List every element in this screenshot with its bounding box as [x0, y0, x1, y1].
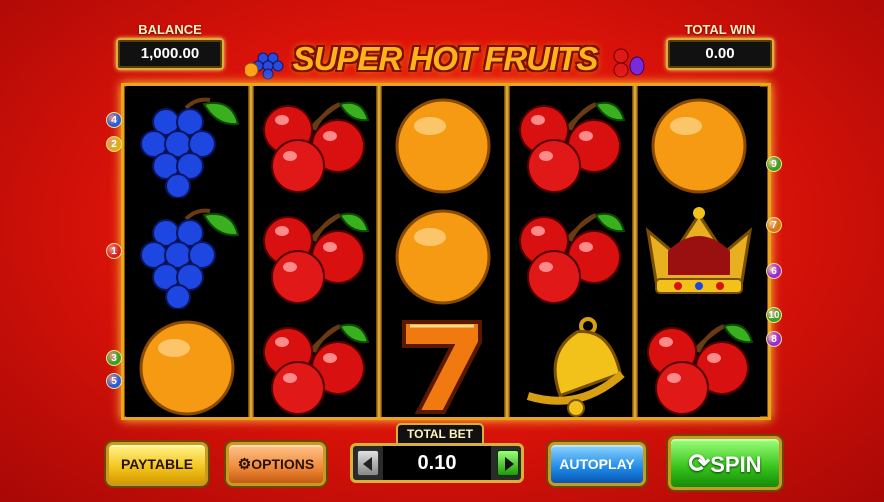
cherries-icon — [510, 201, 632, 309]
bet-increase-button[interactable] — [497, 450, 519, 476]
seven-icon — [382, 312, 504, 420]
paytable-button[interactable]: PAYTABLE — [106, 442, 208, 486]
spin-button[interactable]: ⟳SPIN — [668, 436, 782, 490]
options-button[interactable]: ⚙OPTIONS — [226, 442, 326, 486]
payline-marker-5: 5 — [106, 373, 122, 389]
reel-3 — [382, 86, 504, 417]
balance-label: BALANCE — [138, 22, 202, 37]
cherries-icon — [510, 90, 632, 198]
cherries-icon — [638, 312, 760, 420]
cherries-icon — [254, 312, 376, 420]
orange-icon — [638, 90, 760, 198]
payline-marker-4: 4 — [106, 112, 122, 128]
cherries-icon — [254, 90, 376, 198]
options-label: OPTIONS — [251, 456, 315, 472]
total-bet-label: TOTAL BET — [396, 423, 484, 443]
total-bet-value: 0.10 — [383, 446, 491, 480]
reel-area — [121, 83, 771, 420]
total-win-value: 0.00 — [666, 38, 774, 70]
payline-marker-2: 2 — [106, 136, 122, 152]
orange-icon — [126, 312, 248, 420]
total-bet-control: 0.10 — [350, 443, 524, 483]
autoplay-button[interactable]: AUTOPLAY — [548, 442, 646, 486]
grapes-icon — [126, 201, 248, 309]
payline-marker-8: 8 — [766, 331, 782, 347]
payline-marker-10: 10 — [766, 307, 782, 323]
refresh-icon: ⟳ — [688, 448, 711, 478]
bet-decrease-button[interactable] — [357, 450, 379, 476]
spin-label: SPIN — [710, 452, 762, 477]
reel-5 — [638, 86, 760, 417]
reel-4 — [510, 86, 632, 417]
bell-icon — [510, 312, 632, 420]
logo-title: SUPER HOT FRUITS — [292, 40, 599, 77]
arrow-right-icon — [505, 457, 514, 471]
payline-marker-9: 9 — [766, 156, 782, 172]
orange-icon — [382, 90, 504, 198]
payline-marker-7: 7 — [766, 217, 782, 233]
cherries-icon — [254, 201, 376, 309]
gear-icon: ⚙ — [237, 456, 252, 473]
reel-2 — [254, 86, 376, 417]
reel-1 — [126, 86, 248, 417]
total-win-label: TOTAL WIN — [684, 22, 756, 37]
payline-marker-6: 6 — [766, 263, 782, 279]
orange-icon — [382, 201, 504, 309]
payline-marker-1: 1 — [106, 243, 122, 259]
game-logo: SUPER HOT FRUITS — [245, 36, 645, 82]
grapes-icon — [126, 90, 248, 198]
payline-marker-3: 3 — [106, 350, 122, 366]
arrow-left-icon — [363, 457, 372, 471]
balance-value: 1,000.00 — [116, 38, 224, 70]
crown-icon — [638, 201, 760, 309]
